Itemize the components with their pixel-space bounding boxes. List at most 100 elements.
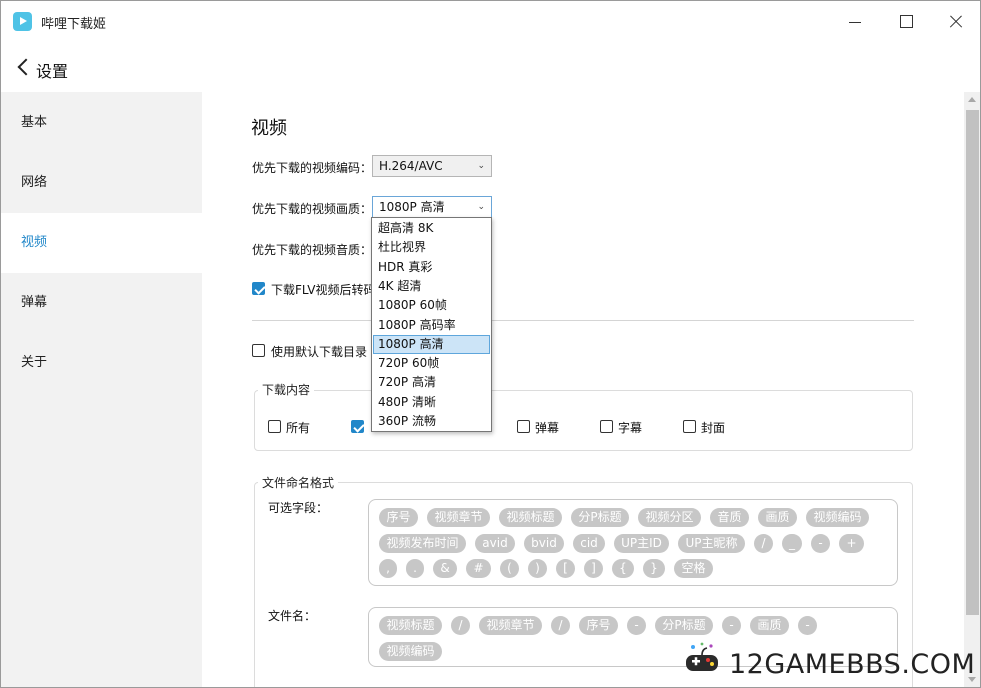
- optional-fields-label: 可选字段：: [268, 501, 329, 515]
- field-chip[interactable]: [: [556, 559, 575, 578]
- field-chip[interactable]: 画质: [758, 508, 797, 527]
- content-cover-label: 封面: [701, 421, 726, 435]
- default-dir-label: 使用默认下载目录: [271, 345, 368, 359]
- content-danmaku-label: 弹幕: [535, 421, 560, 435]
- field-chip[interactable]: ,: [379, 559, 397, 578]
- field-chip[interactable]: ]: [584, 559, 603, 578]
- close-icon[interactable]: [931, 1, 980, 43]
- flv-transcode-checkbox[interactable]: [252, 282, 265, 295]
- field-chip[interactable]: UP主昵称: [678, 533, 745, 553]
- dropdown-option[interactable]: 超高清 8K: [373, 219, 490, 238]
- sidebar-item-network[interactable]: 网络: [1, 153, 202, 213]
- app-window: 哔哩下载姬 设置 基本 网络 视频 弹幕 关于 视频 优先下载的视频编码： H.…: [0, 0, 981, 688]
- content-subtitle-checkbox[interactable]: [600, 420, 613, 433]
- minimize-icon[interactable]: [830, 1, 880, 43]
- field-chip[interactable]: /: [754, 533, 773, 553]
- field-chip[interactable]: -: [811, 533, 830, 553]
- app-title: 哔哩下载姬: [41, 17, 107, 32]
- dropdown-option[interactable]: 杜比视界: [373, 238, 490, 257]
- dropdown-option[interactable]: 480P 清晰: [373, 393, 490, 412]
- field-chip[interactable]: UP主ID: [614, 533, 669, 553]
- dropdown-option[interactable]: HDR 真彩: [373, 258, 490, 277]
- field-chip[interactable]: 画质: [750, 616, 789, 635]
- field-chip[interactable]: 音质: [710, 508, 749, 527]
- field-chip[interactable]: 视频章节: [427, 508, 490, 527]
- field-chip[interactable]: 视频分区: [638, 508, 701, 527]
- content-all-checkbox[interactable]: [268, 420, 281, 433]
- field-chip[interactable]: cid: [573, 533, 605, 553]
- field-chip[interactable]: -: [722, 616, 741, 635]
- scroll-up-icon[interactable]: [968, 97, 976, 102]
- chevron-down-icon: ⌄: [477, 202, 485, 212]
- dropdown-option[interactable]: 1080P 高码率: [373, 316, 490, 335]
- field-chip[interactable]: avid: [475, 533, 515, 553]
- sidebar-item-video[interactable]: 视频: [1, 213, 202, 273]
- field-chip[interactable]: -: [798, 616, 817, 635]
- app-logo-icon: [13, 12, 32, 31]
- optional-fields-box: 序号 视频章节 视频标题 分P标题 视频分区 音质 画质 视频编码视频发布时间 avid bvid…: [368, 499, 898, 586]
- field-chip[interactable]: 视频标题: [379, 616, 442, 635]
- dropdown-option[interactable]: 4K 超清: [373, 277, 490, 296]
- field-chip[interactable]: 分P标题: [655, 616, 713, 635]
- sidebar-item-label: 网络: [21, 175, 48, 190]
- sidebar-item-label: 视频: [21, 235, 48, 250]
- field-chip[interactable]: &: [433, 559, 457, 578]
- field-chip[interactable]: 视频编码: [806, 508, 869, 527]
- field-chip[interactable]: 视频编码: [379, 641, 442, 661]
- naming-format-legend: 文件命名格式: [258, 474, 339, 491]
- codec-select-value: H.264/AVC: [379, 159, 443, 173]
- dropdown-option[interactable]: 720P 高清: [373, 373, 490, 392]
- quality-select-value: 1080P 高清: [379, 200, 445, 214]
- dropdown-option[interactable]: 1080P 高清: [373, 334, 490, 354]
- dropdown-option[interactable]: 1080P 60帧: [373, 296, 490, 315]
- field-chip[interactable]: 分P标题: [571, 508, 629, 527]
- flv-transcode-label: 下载FLV视频后转码: [271, 283, 376, 297]
- field-chip[interactable]: 序号: [579, 616, 618, 635]
- back-arrow-icon[interactable]: [15, 56, 31, 78]
- field-chip[interactable]: _: [782, 533, 802, 553]
- page-title: 设置: [36, 62, 69, 81]
- sidebar-item-about[interactable]: 关于: [1, 333, 202, 393]
- field-chip[interactable]: 序号: [379, 508, 418, 527]
- sidebar-item-danmaku[interactable]: 弹幕: [1, 273, 202, 333]
- field-chip[interactable]: 视频标题: [499, 508, 562, 527]
- field-chip[interactable]: }: [643, 559, 665, 578]
- title-bar: 哔哩下载姬: [1, 1, 980, 43]
- field-chip[interactable]: (: [500, 559, 519, 578]
- field-chip[interactable]: 空格: [674, 559, 713, 578]
- field-chip[interactable]: 视频发布时间: [379, 533, 466, 553]
- default-dir-checkbox[interactable]: [252, 344, 265, 357]
- field-chip[interactable]: ): [528, 559, 547, 578]
- settings-content: 视频 优先下载的视频编码： H.264/AVC ⌄ 优先下载的视频画质： 108…: [202, 92, 964, 687]
- field-chip[interactable]: /: [451, 616, 470, 635]
- audio-label: 优先下载的视频音质：: [252, 243, 373, 257]
- quality-select[interactable]: 1080P 高清 ⌄: [372, 196, 492, 218]
- field-chip[interactable]: {: [612, 559, 634, 578]
- field-chip[interactable]: +: [839, 533, 864, 553]
- maximize-icon[interactable]: [881, 1, 931, 43]
- quality-dropdown-list: 超高清 8K 杜比视界 HDR 真彩 4K 超清 1080P 60帧 1080P 高码率 1…: [371, 217, 492, 432]
- field-chip[interactable]: bvid: [524, 533, 564, 553]
- page-header: 设置: [1, 43, 980, 91]
- content-danmaku-checkbox[interactable]: [517, 420, 530, 433]
- field-chip[interactable]: #: [466, 559, 491, 578]
- content-cover-checkbox[interactable]: [683, 420, 696, 433]
- section-title: 视频: [251, 118, 287, 139]
- dropdown-option[interactable]: 360P 流畅: [373, 412, 490, 431]
- download-content-legend: 下载内容: [258, 381, 315, 398]
- scrollbar-thumb[interactable]: [966, 110, 979, 615]
- content-subtitle-label: 字幕: [618, 421, 643, 435]
- dropdown-option[interactable]: 720P 60帧: [373, 354, 490, 373]
- sidebar-item-label: 弹幕: [21, 295, 48, 310]
- content-video-checkbox[interactable]: [351, 420, 364, 433]
- gamepad-logo-icon: [686, 642, 718, 671]
- settings-sidebar: 基本 网络 视频 弹幕 关于: [1, 92, 202, 687]
- field-chip[interactable]: 视频章节: [479, 616, 542, 635]
- field-chip[interactable]: .: [406, 559, 424, 578]
- scrollbar[interactable]: [964, 92, 980, 687]
- watermark: 12GAMEBBS.COM: [679, 635, 979, 687]
- field-chip[interactable]: /: [551, 616, 570, 635]
- sidebar-item-basic[interactable]: 基本: [1, 93, 202, 153]
- field-chip[interactable]: -: [627, 616, 646, 635]
- codec-select[interactable]: H.264/AVC ⌄: [372, 155, 492, 177]
